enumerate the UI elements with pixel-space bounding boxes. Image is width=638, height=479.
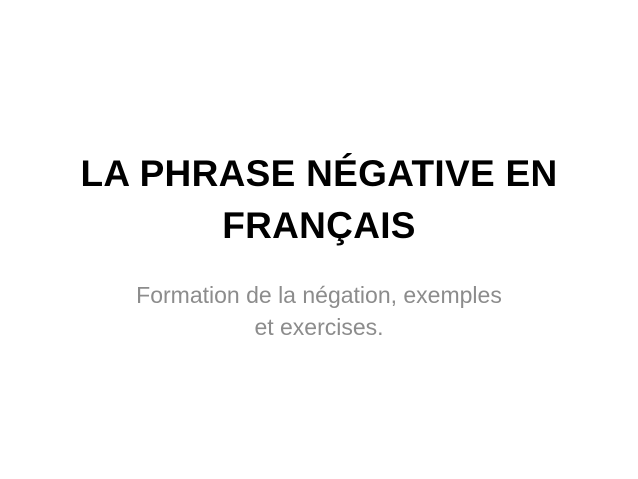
slide-title-line-2: FRANÇAIS <box>222 205 416 246</box>
presentation-slide: LA PHRASE NÉGATIVE EN FRANÇAIS Formation… <box>0 0 638 479</box>
slide-title: LA PHRASE NÉGATIVE EN FRANÇAIS <box>40 148 598 252</box>
slide-subtitle-line-2: et exercises. <box>254 314 384 340</box>
slide-subtitle: Formation de la négation, exemples et ex… <box>80 279 558 343</box>
slide-title-line-1: LA PHRASE NÉGATIVE EN <box>80 153 558 194</box>
slide-subtitle-line-1: Formation de la négation, exemples <box>136 282 502 308</box>
